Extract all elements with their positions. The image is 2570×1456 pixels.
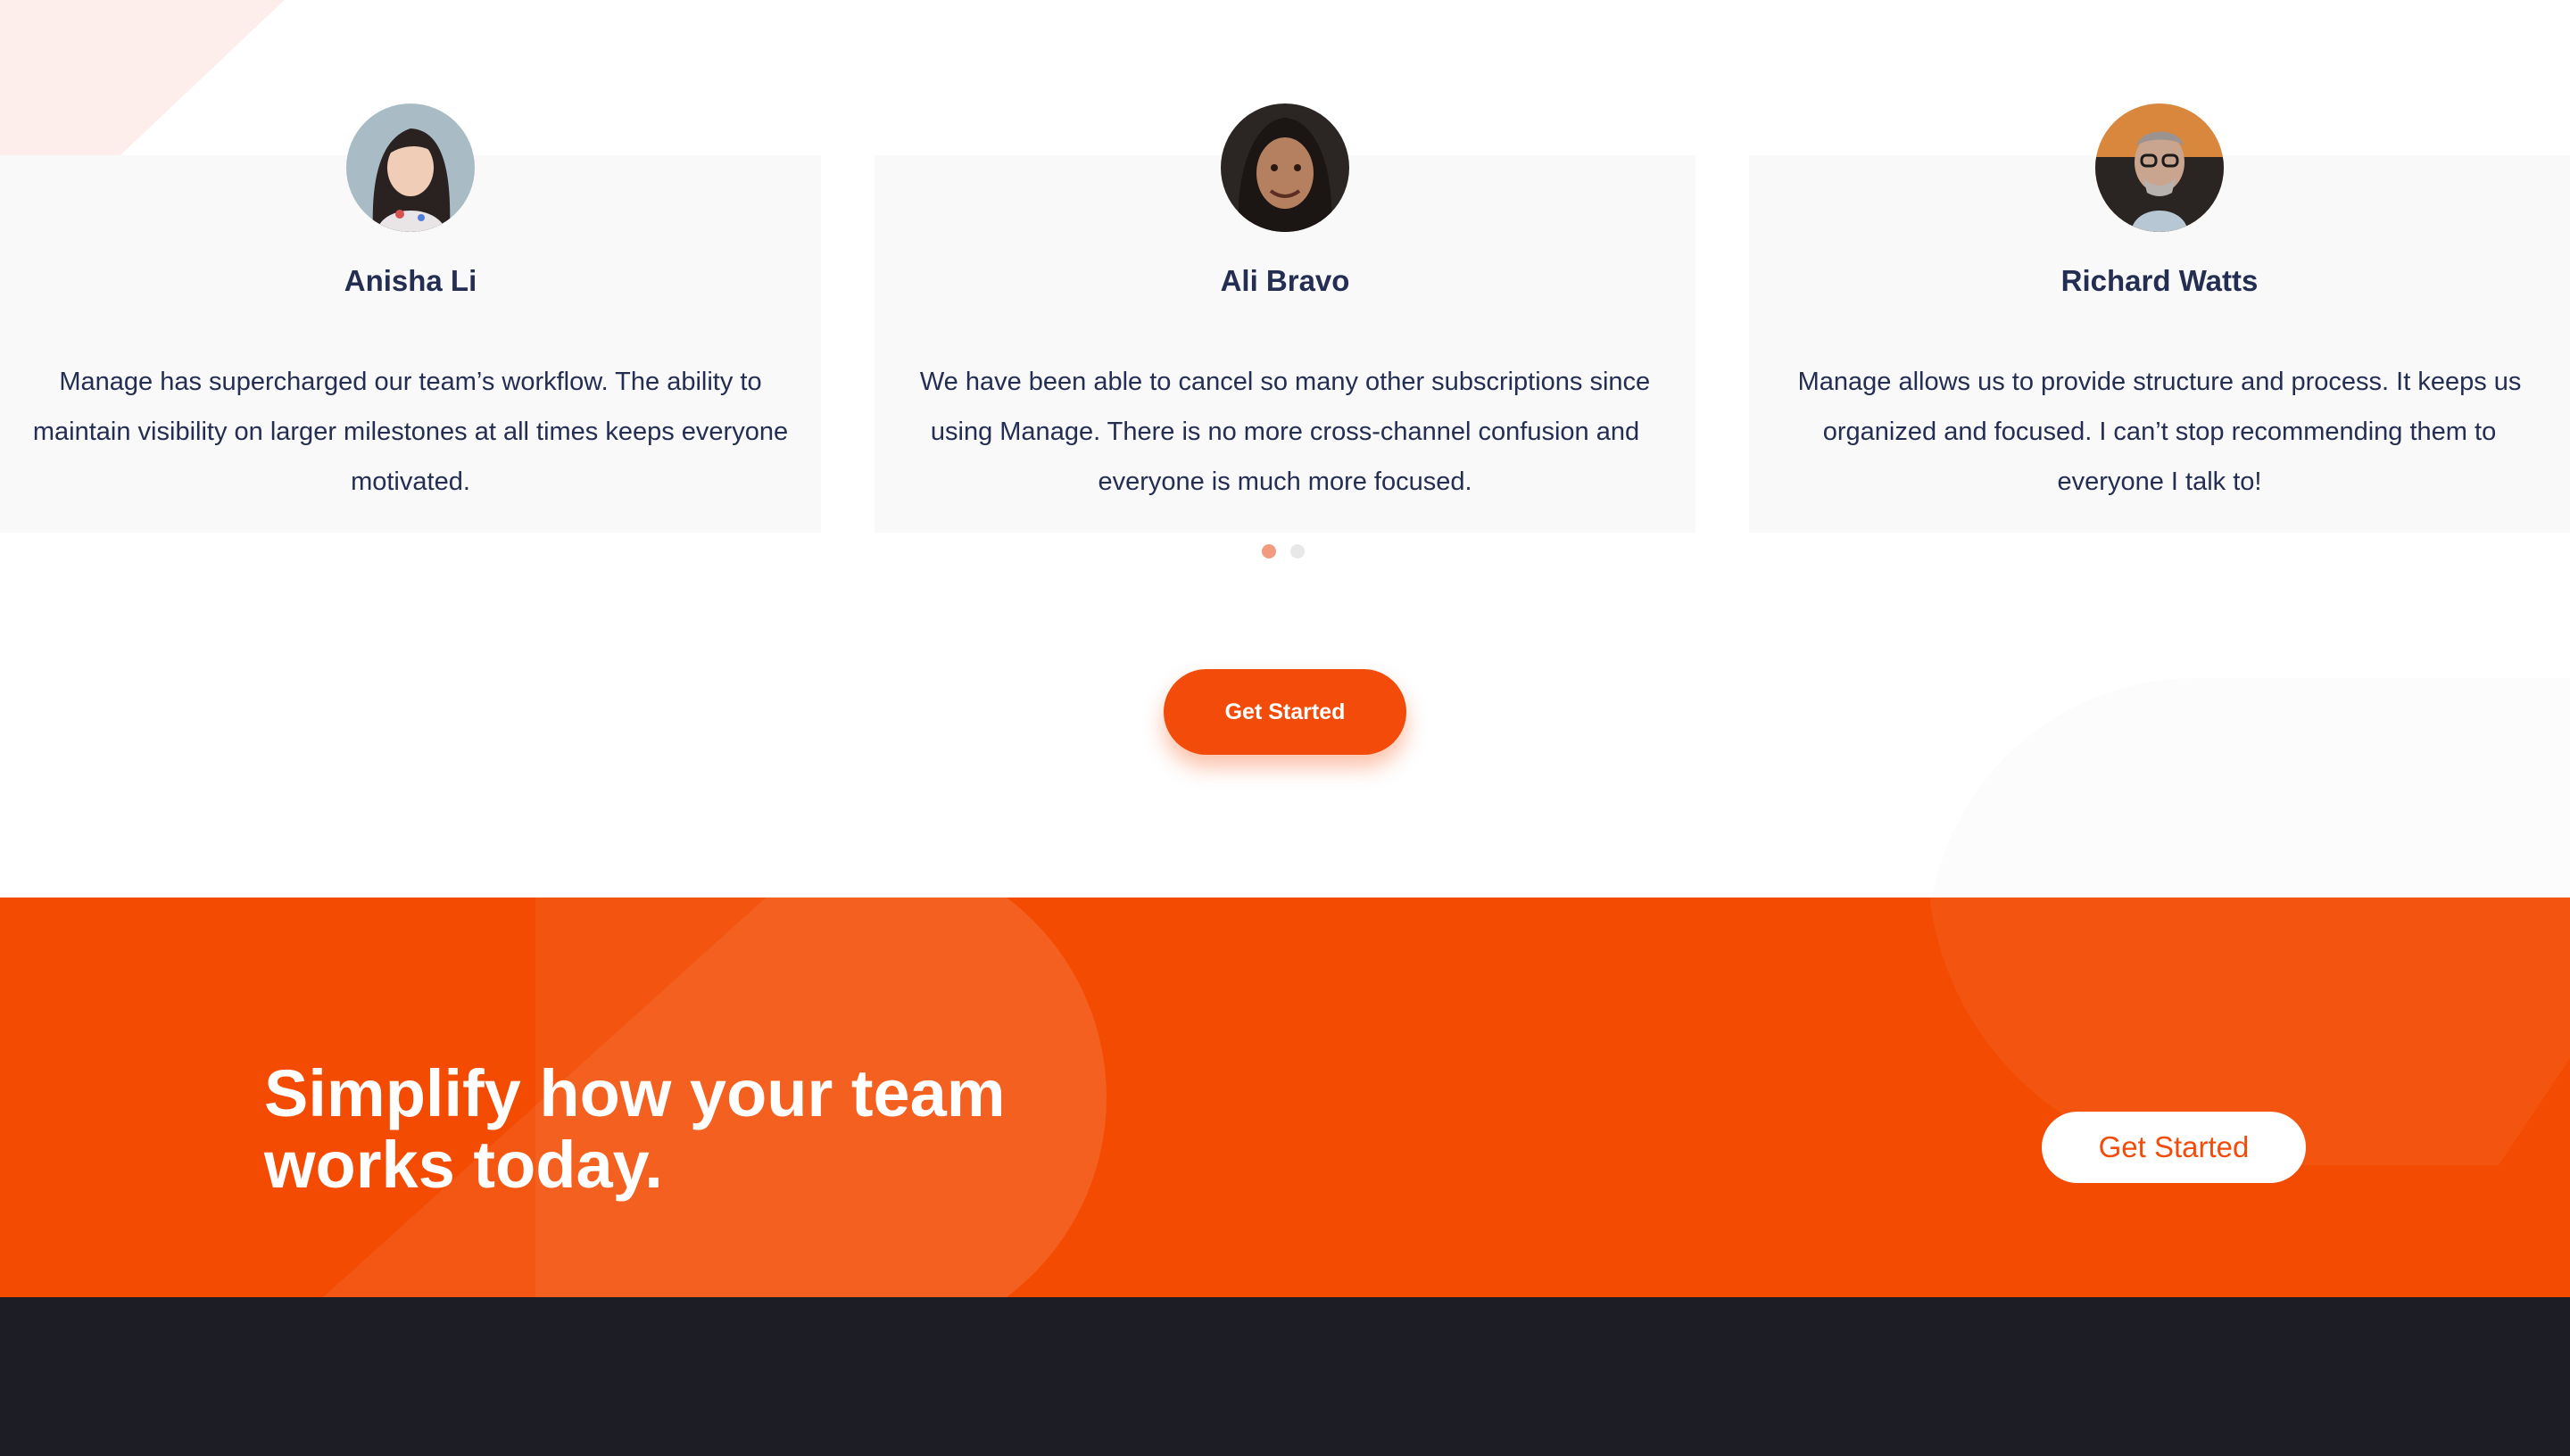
testimonials-section: Anisha Li Ali Bravo Richard Watts Manage…: [0, 0, 2570, 571]
testimonial-name: Anisha Li: [344, 264, 477, 297]
landing-page: Anisha Li Ali Bravo Richard Watts Manage…: [0, 0, 2570, 1456]
banner-get-started-button[interactable]: Get Started: [2042, 1112, 2306, 1183]
carousel-dot-2[interactable]: [1290, 544, 1305, 558]
testimonial-quote: Manage has supercharged our team’s workf…: [32, 368, 789, 496]
avatar: [2095, 103, 2224, 232]
testimonial-name: Ali Bravo: [1220, 264, 1350, 297]
avatar: [1221, 103, 1349, 232]
avatar-photo-richard: [2095, 103, 2224, 232]
cta-banner: Simplify how your team works today. Get …: [0, 898, 2570, 1297]
avatar-photo-ali: [1221, 103, 1349, 232]
avatar-photo-anisha: [346, 103, 475, 232]
avatar: [346, 103, 475, 232]
carousel-pagination: [1262, 544, 1305, 558]
get-started-button[interactable]: Get Started: [1164, 669, 1406, 755]
footer: [0, 1297, 2570, 1456]
banner-title: Simplify how your team works today.: [264, 1056, 1006, 1202]
carousel-dot-1[interactable]: [1262, 544, 1276, 558]
testimonial-quote: We have been able to cancel so many othe…: [919, 368, 1651, 496]
testimonial-quote: Manage allows us to provide structure an…: [1797, 368, 2522, 496]
testimonial-name: Richard Watts: [2060, 264, 2259, 297]
